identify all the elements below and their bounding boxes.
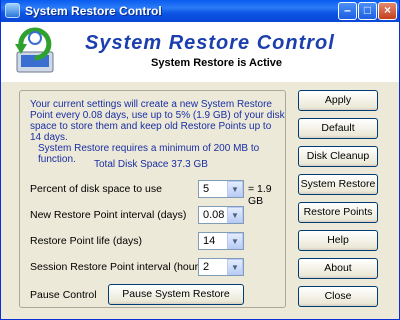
app-icon	[5, 3, 20, 18]
chevron-down-icon[interactable]: ▼	[227, 181, 243, 197]
system-restore-icon	[15, 27, 54, 73]
chevron-down-icon[interactable]: ▼	[227, 233, 243, 249]
maximize-button[interactable]: □	[358, 2, 377, 20]
chevron-down-icon[interactable]: ▼	[227, 207, 243, 223]
disk-size-note: = 1.9 GB	[248, 183, 272, 207]
percent-disk-value: 5	[203, 183, 210, 195]
help-button[interactable]: Help	[298, 230, 378, 251]
session-interval-label: Session Restore Point interval (hours)	[30, 261, 207, 273]
status-text: System Restore is Active	[151, 57, 283, 69]
percent-disk-label: Percent of disk space to use	[30, 183, 162, 195]
close-icon: ×	[383, 3, 391, 17]
app-title: System Restore Control	[85, 32, 335, 54]
restore-interval-select[interactable]: 0.08 ▼	[198, 206, 244, 224]
total-disk-space-text: Total Disk Space 37.3 GB	[94, 159, 208, 170]
settings-panel: Your current settings will create a new …	[19, 90, 286, 308]
chevron-down-icon[interactable]: ▼	[227, 259, 243, 275]
disk-cleanup-button[interactable]: Disk Cleanup	[298, 146, 378, 167]
window-title: System Restore Control	[25, 4, 162, 18]
restore-interval-label: New Restore Point interval (days)	[30, 209, 187, 221]
minimize-icon: –	[344, 3, 351, 17]
close-window-button[interactable]: ×	[378, 2, 397, 20]
close-button[interactable]: Close	[298, 286, 378, 307]
apply-button[interactable]: Apply	[298, 90, 378, 111]
restore-interval-value: 0.08	[203, 209, 225, 221]
minimize-button[interactable]: –	[338, 2, 357, 20]
session-interval-select[interactable]: 2 ▼	[198, 258, 244, 276]
restore-life-value: 14	[203, 235, 216, 247]
settings-description: Your current settings will create a new …	[30, 99, 285, 143]
restore-life-select[interactable]: 14 ▼	[198, 232, 244, 250]
about-button[interactable]: About	[298, 258, 378, 279]
pause-system-restore-button[interactable]: Pause System Restore	[108, 284, 244, 305]
default-button[interactable]: Default	[298, 118, 378, 139]
restore-life-label: Restore Point life (days)	[30, 235, 143, 247]
session-interval-value: 2	[203, 261, 210, 273]
header-banner: System Restore Control System Restore is…	[1, 22, 399, 82]
maximize-icon: □	[363, 3, 372, 17]
title-bar[interactable]: System Restore Control – □ ×	[1, 0, 399, 22]
system-restore-button[interactable]: System Restore	[298, 174, 378, 195]
percent-disk-select[interactable]: 5 ▼	[198, 180, 244, 198]
app-window: System Restore Control – □ × System Rest…	[0, 0, 400, 320]
pause-control-label: Pause Control	[30, 289, 97, 301]
restore-points-button[interactable]: Restore Points	[298, 202, 378, 223]
